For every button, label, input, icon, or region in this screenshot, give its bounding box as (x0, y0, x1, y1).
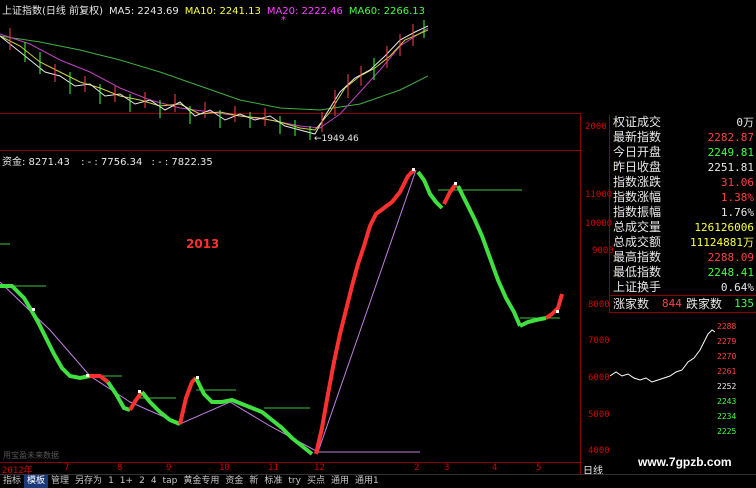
toolbar-tab[interactable]: 标准 (261, 475, 285, 488)
date-label: 11 (268, 463, 279, 473)
quote-row: 最低指数 2248.41 (613, 265, 754, 279)
toolbar-tab[interactable]: 新 (246, 475, 261, 488)
date-label: 7 (64, 463, 70, 473)
mini-tick: 2261 (717, 367, 737, 376)
quote-row: 上证换手 0.64% (613, 280, 754, 294)
axis-tick: 4000 (588, 446, 610, 456)
price-chart[interactable] (0, 16, 428, 146)
quote-row: 昨日收盘 2251.81 (613, 160, 754, 174)
quote-row: 今日开盘 2249.81 (613, 145, 754, 159)
ma10-line (0, 29, 428, 131)
intraday-line (610, 329, 715, 383)
rise-label: 涨家数 (613, 297, 650, 311)
mini-tick: 2234 (717, 412, 737, 421)
date-label: 8 (117, 463, 123, 473)
toolbar-tab[interactable]: tap (160, 475, 181, 488)
mini-tick: 2270 (717, 352, 737, 361)
toolbar-tab[interactable]: 买点 (304, 475, 328, 488)
axis-tick: 6000 (588, 373, 610, 383)
mini-tick: 2279 (717, 337, 737, 346)
axis-tick: 5000 (588, 410, 610, 420)
mid-divider (0, 150, 580, 151)
quote-row: 权证成交 0万 (613, 115, 754, 129)
date-label: 4 (492, 463, 498, 473)
date-label: 2 (414, 463, 420, 473)
date-label: 5 (536, 463, 542, 473)
quote-row: 指数涨幅 1.38% (613, 190, 754, 204)
fall-count: 135 (734, 297, 754, 310)
toolbar-tab[interactable]: 资金 (222, 475, 246, 488)
axis-tick: 8000 (588, 300, 610, 310)
toolbar-tab[interactable]: 模板 (24, 475, 49, 488)
mini-tick: 2225 (717, 427, 737, 436)
quote-row: 总成交量 126126006 (613, 220, 754, 234)
toolbar-tab[interactable]: 通用1 (352, 475, 382, 488)
indicator-toolbar: 指标 模板 管理 另存为 1 1+ 2 4 tap 黄金专用 资金新标准 try 买点 通用 通用1 (0, 474, 756, 488)
date-label: 10 (219, 463, 230, 473)
date-label: 12 (314, 463, 325, 473)
axis-tick: 7000 (588, 336, 610, 346)
quote-row: 指数振幅 1.76% (613, 205, 754, 219)
chart-header: 上证指数(日线 前复权) MA5: 2243.69 MA10: 2241.13 MA2… (2, 2, 431, 17)
quote-panel: 权证成交 0万 最新指数 2282.87 今日开盘 2249.81 昨日收盘 2251.… (609, 115, 756, 313)
candles (9, 20, 425, 140)
advance-decline: 涨家数 844 跌家数 135 (610, 295, 756, 313)
toolbar-tab[interactable]: 另存为 (72, 475, 105, 488)
trend-line (0, 169, 417, 453)
toolbar-tab[interactable]: 1+ (117, 475, 136, 488)
intraday-chart[interactable] (610, 322, 715, 438)
axis-divider (580, 113, 581, 474)
fund-staircase (0, 284, 91, 381)
quote-row: 指数涨跌 31.06 (613, 175, 754, 189)
toolbar-tab[interactable]: 黄金专用 (180, 475, 222, 488)
date-label: 9 (166, 463, 172, 473)
toolbar-tab[interactable]: 1 (105, 475, 117, 488)
fall-label: 跌家数 (686, 297, 723, 311)
ma5-line (0, 25, 428, 135)
signal-dots (32, 168, 559, 393)
rise-count: 844 (662, 297, 682, 310)
quote-row: 总成交额 11124881万 (613, 235, 754, 249)
toolbar-tab[interactable]: 通用 (328, 475, 352, 488)
quote-row: 最高指数 2288.09 (613, 250, 754, 264)
date-label: 3 (444, 463, 450, 473)
toolbar-tab[interactable]: 管理 (48, 475, 72, 488)
toolbar-tab[interactable]: try (285, 475, 304, 488)
mini-tick: 2252 (717, 382, 737, 391)
mini-tick: 2243 (717, 397, 737, 406)
site-watermark: www.7gpzb.com (638, 455, 732, 469)
fund-chart[interactable] (0, 162, 580, 462)
low-price-label: ←1949.46 (314, 134, 359, 144)
mini-tick: 2288 (717, 322, 737, 331)
top-axis-label: 2000 (585, 122, 607, 132)
toolbar-tab[interactable]: 4 (148, 475, 160, 488)
toolbar-tab[interactable]: 指标 (0, 475, 24, 488)
toolbar-tab[interactable]: 2 (136, 475, 148, 488)
quote-row: 最新指数 2282.87 (613, 130, 754, 144)
